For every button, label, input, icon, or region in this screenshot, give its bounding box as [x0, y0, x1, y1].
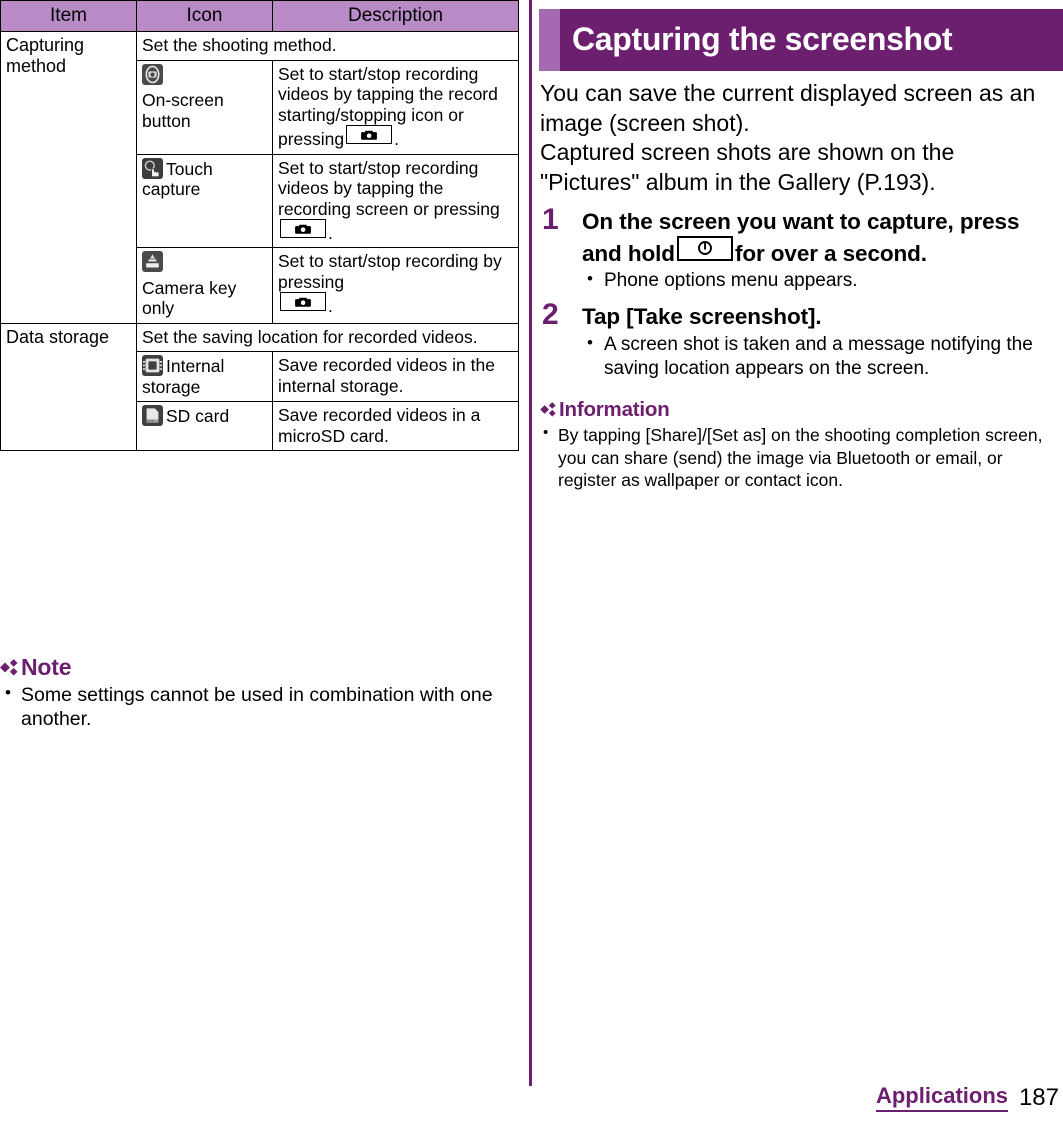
intro-paragraph-2: Captured screen shots are shown on the "… — [540, 139, 955, 195]
step-2-bullets: A screen shot is taken and a message not… — [582, 332, 1060, 381]
option-description-suffix: . — [328, 296, 333, 317]
step-1: 1 On the screen you want to capture, pre… — [540, 202, 1060, 294]
option-description-text: Set to start/stop recording videos by ta… — [278, 157, 500, 219]
camera-key-icon — [280, 219, 326, 239]
row-summary-data-storage: Set the saving location for recorded vid… — [136, 322, 519, 353]
option-description-touch-capture: Set to start/stop recording videos by ta… — [272, 153, 519, 249]
table-header-icon: Icon — [136, 0, 273, 33]
option-description-text: Set to start/stop recording by pressing — [278, 251, 502, 292]
section-intro: You can save the current displayed scree… — [540, 79, 1060, 198]
information-block: Information By tapping [Share]/[Set as] … — [540, 398, 1055, 491]
section-banner-tab — [539, 9, 560, 71]
step-1-number: 1 — [542, 202, 559, 236]
note-list: Some settings cannot be used in combinat… — [0, 682, 518, 731]
step-1-bullets: Phone options menu appears. — [582, 268, 1060, 293]
table-row: Data storage Set the saving location for… — [0, 322, 519, 452]
option-description-camera-key-only: Set to start/stop recording by pressing. — [272, 247, 519, 324]
note-heading-text: Note — [21, 654, 72, 680]
note-block: Note Some settings cannot be used in com… — [0, 654, 518, 732]
option-icon-cell-sd-card: SD card — [136, 401, 273, 452]
touch-capture-icon — [142, 157, 163, 179]
sd-card-icon — [142, 405, 163, 427]
table-row: Capturing method Set the shooting method… — [0, 31, 519, 324]
table-header-item: Item — [0, 0, 137, 33]
option-description-suffix: . — [328, 223, 333, 244]
information-heading: Information — [540, 398, 1055, 423]
step-2-number: 2 — [542, 298, 559, 332]
right-column: Capturing the screenshot You can save th… — [531, 0, 1063, 492]
diamond-bullet-icon — [540, 399, 558, 423]
page-footer: Applications 187 — [0, 1078, 1063, 1118]
on-screen-button-icon — [142, 63, 163, 85]
row-summary-capturing-method: Set the shooting method. — [136, 31, 519, 61]
section-title: Capturing the screenshot — [572, 20, 953, 57]
camera-settings-table: Item Icon Description Capturing method S… — [0, 0, 519, 452]
option-description-sd-card: Save recorded videos in a microSD card. — [272, 401, 519, 452]
step-2: 2 Tap [Take screenshot]. A screen shot i… — [540, 298, 1060, 380]
left-column: Item Icon Description Capturing method S… — [0, 0, 519, 730]
step-1-title: On the screen you want to capture, press… — [582, 208, 1060, 269]
option-label-on-screen-button: On-screen button — [142, 90, 224, 131]
row-item-data-storage: Data storage — [0, 322, 137, 452]
camera-key-icon — [280, 292, 326, 312]
footer-page-number: 187 — [1018, 1084, 1059, 1111]
list-item: By tapping [Share]/[Set as] on the shoot… — [540, 423, 1055, 491]
step-2-title: Tap [Take screenshot]. — [582, 304, 822, 330]
section-banner: Capturing the screenshot — [539, 9, 1063, 71]
option-icon-cell-camera-key-only: Camera key only — [136, 247, 273, 324]
internal-storage-icon — [142, 355, 163, 377]
step-1-title-post: for over a second. — [734, 240, 927, 266]
option-description-on-screen-button: Set to start/stop recording videos by ta… — [272, 59, 519, 155]
option-icon-cell-internal-storage: Internal storage — [136, 351, 273, 403]
intro-paragraph-1: You can save the current displayed scree… — [540, 80, 1036, 136]
note-heading: Note — [0, 654, 518, 682]
information-list: By tapping [Share]/[Set as] on the shoot… — [540, 423, 1055, 491]
camera-key-only-icon — [142, 251, 163, 273]
list-item: A screen shot is taken and a message not… — [582, 332, 1060, 381]
option-label-sd-card: SD card — [166, 406, 230, 427]
row-item-capturing-method: Capturing method — [0, 31, 137, 324]
manual-page: Item Icon Description Capturing method S… — [0, 0, 1063, 1126]
option-description-internal-storage: Save recorded videos in the internal sto… — [272, 351, 519, 403]
table-header-description: Description — [272, 0, 519, 33]
option-description-suffix: . — [394, 129, 400, 150]
step-2-body: Tap [Take screenshot]. A screen shot is … — [582, 303, 1060, 380]
step-1-body: On the screen you want to capture, press… — [582, 208, 1060, 294]
power-key-icon — [676, 235, 733, 261]
camera-key-icon — [346, 125, 393, 145]
option-icon-cell-on-screen-button: On-screen button — [136, 59, 273, 155]
footer-chapter-label: Applications — [875, 1083, 1008, 1112]
information-heading-text: Information — [559, 398, 670, 422]
option-label-camera-key-only: Camera key only — [142, 277, 237, 319]
diamond-bullet-icon — [0, 655, 20, 682]
list-item: Some settings cannot be used in combinat… — [0, 682, 518, 731]
list-item: Phone options menu appears. — [582, 268, 1060, 293]
option-icon-cell-touch-capture: Touch capture — [136, 153, 273, 249]
table-header-row: Item Icon Description — [0, 0, 519, 33]
